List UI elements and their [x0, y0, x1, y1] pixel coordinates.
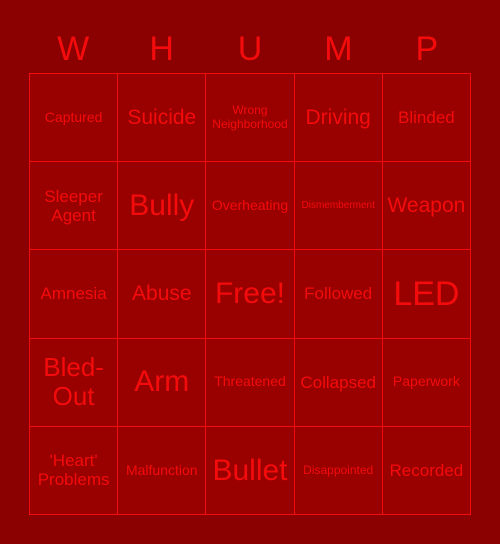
bingo-cell-label: Arm [134, 365, 190, 399]
bingo-cell-label: 'Heart' Problems [37, 451, 110, 490]
bingo-card: W H U M P Captured Suicide Wrong Neighbo… [0, 0, 500, 544]
bingo-cell-label: Disappointed [303, 462, 374, 477]
bingo-cell[interactable]: Amnesia [30, 250, 119, 339]
bingo-cell-label: Recorded [389, 460, 464, 480]
card-bottom-margin [0, 520, 500, 544]
bingo-cell-label: Dismemberment [301, 200, 375, 212]
bingo-cell-label: Wrong Neighborhood [212, 103, 288, 131]
bingo-cell[interactable]: Malfunction [118, 426, 207, 515]
bingo-cell-label: Followed [304, 284, 373, 304]
bingo-cell-label: Blinded [398, 108, 455, 128]
bingo-cell-label: LED [393, 274, 460, 313]
bingo-cell-label: Bully [129, 188, 195, 222]
bingo-cell-free[interactable]: Free! [206, 250, 295, 339]
header-letter-2: U [237, 29, 263, 68]
bingo-cell-label: Malfunction [125, 461, 198, 478]
bingo-cell-label: Weapon [387, 194, 466, 218]
bingo-cell-label: Free! [214, 277, 285, 311]
bingo-cell[interactable]: Wrong Neighborhood [206, 74, 295, 163]
bingo-cell-label: Bullet [212, 453, 288, 487]
bingo-cell[interactable]: Recorded [382, 426, 471, 515]
bingo-cell[interactable]: Blinded [382, 74, 471, 163]
bingo-cell[interactable]: Driving [294, 74, 383, 163]
header-letter-1: H [149, 29, 174, 68]
bingo-cell[interactable]: Captured [30, 74, 119, 163]
header-letter-0: W [57, 29, 90, 68]
header-letter-3: M [324, 29, 353, 68]
bingo-cell[interactable]: Arm [118, 338, 207, 427]
bingo-cell[interactable]: Dismemberment [294, 162, 383, 251]
bingo-header: W H U M P [29, 24, 471, 73]
bingo-cell-label: Suicide [127, 105, 197, 129]
bingo-cell[interactable]: Collapsed [294, 338, 383, 427]
bingo-cell[interactable]: Weapon [382, 162, 471, 251]
bingo-cell-label: Overheating [211, 196, 289, 213]
bingo-cell[interactable]: Paperwork [382, 338, 471, 427]
bingo-cell[interactable]: Sleeper Agent [30, 162, 119, 251]
bingo-cell[interactable]: Overheating [206, 162, 295, 251]
bingo-cell[interactable]: Bled- Out [30, 338, 119, 427]
bingo-cell[interactable]: Disappointed [294, 426, 383, 515]
bingo-grid: Captured Suicide Wrong Neighborhood Driv… [29, 73, 471, 515]
bingo-cell-label: Captured [44, 108, 103, 125]
bingo-cell-label: Sleeper Agent [44, 186, 103, 225]
bingo-cell[interactable]: 'Heart' Problems [30, 426, 119, 515]
bingo-cell-label: Threatened [214, 373, 286, 390]
bingo-cell-label: Driving [305, 105, 371, 129]
bingo-cell[interactable]: LED [382, 250, 471, 339]
bingo-cell-label: Paperwork [392, 373, 460, 390]
bingo-cell-label: Abuse [132, 282, 192, 306]
bingo-cell[interactable]: Followed [294, 250, 383, 339]
bingo-cell[interactable]: Bullet [206, 426, 295, 515]
bingo-cell[interactable]: Threatened [206, 338, 295, 427]
bingo-cell-label: Collapsed [300, 372, 376, 392]
bingo-cell-label: Bled- Out [43, 352, 104, 412]
bingo-cell[interactable]: Suicide [118, 74, 207, 163]
bingo-cell[interactable]: Bully [118, 162, 207, 251]
bingo-cell-label: Amnesia [40, 284, 107, 304]
bingo-cell[interactable]: Abuse [118, 250, 207, 339]
header-letter-4: P [415, 29, 439, 68]
